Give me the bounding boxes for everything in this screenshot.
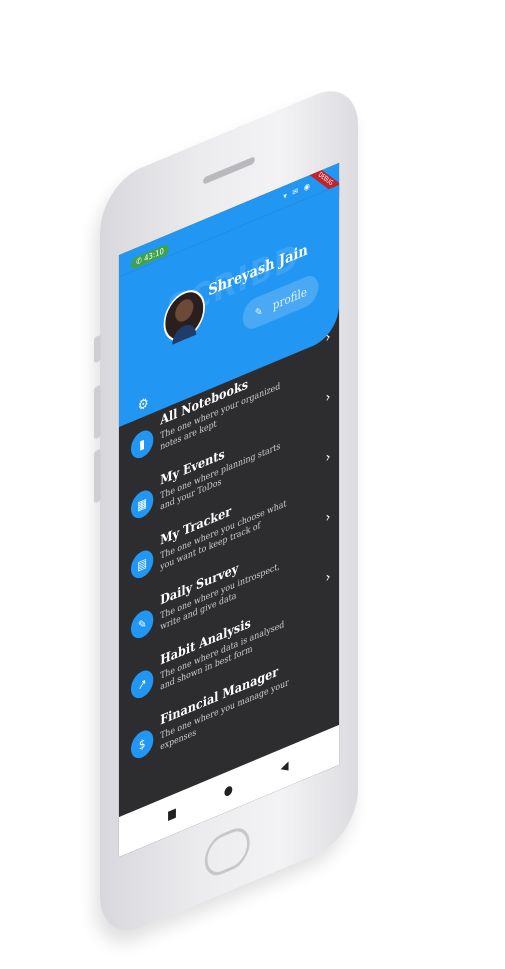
home-nav-button[interactable]: ● — [224, 781, 233, 799]
pen-icon: ✎ — [254, 303, 263, 321]
tracker-icon: ▤ — [130, 546, 154, 583]
recents-button[interactable]: ■ — [167, 805, 177, 823]
notebook-icon: ▮ — [130, 426, 154, 463]
calendar-icon: ▦ — [130, 486, 154, 523]
phone-frame: ✆ 43:10 ▾ ✉ ◉ DEBUG SCRIBD Shreyash Jain… — [93, 77, 358, 945]
device-mockup: ✆ 43:10 ▾ ✉ ◉ DEBUG SCRIBD Shreyash Jain… — [0, 0, 505, 969]
trending-up-icon: ↗ — [130, 666, 154, 703]
mute-switch — [93, 334, 101, 364]
chevron-right-icon: › — [325, 508, 331, 527]
back-button[interactable]: ◀ — [281, 758, 289, 775]
survey-icon: ✎ — [130, 606, 154, 643]
phone-icon: ✆ — [136, 255, 142, 267]
app-screen: ✆ 43:10 ▾ ✉ ◉ DEBUG SCRIBD Shreyash Jain… — [118, 162, 340, 858]
chevron-right-icon: › — [325, 388, 331, 407]
chevron-right-icon: › — [325, 568, 331, 587]
settings-icon[interactable]: ⚙ — [138, 395, 149, 416]
chevron-right-icon: › — [325, 328, 331, 347]
chevron-right-icon: › — [325, 448, 331, 467]
volume-up-button — [93, 384, 101, 440]
volume-down-button — [93, 448, 101, 504]
dollar-icon: $ — [130, 726, 154, 763]
profile-label: profile — [272, 284, 307, 313]
avatar-shirt — [172, 320, 197, 345]
